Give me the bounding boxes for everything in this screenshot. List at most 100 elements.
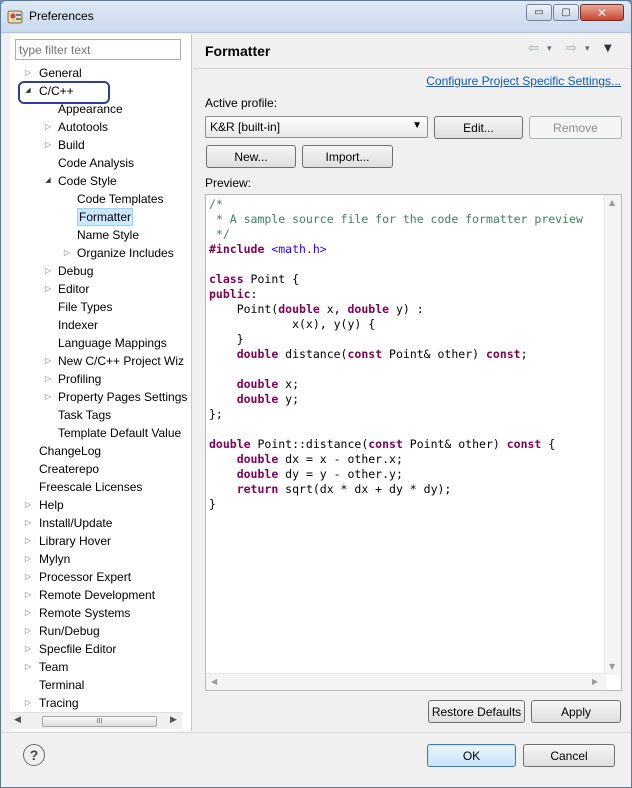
apply-button[interactable]: Apply (531, 700, 621, 723)
back-arrow-icon[interactable]: ⇦ (528, 41, 539, 56)
tree-item[interactable]: ▷ Organize Includes (10, 244, 192, 262)
tree-item[interactable]: ▷ Install/Update (10, 514, 192, 532)
minimize-button[interactable]: ▭ (526, 4, 552, 21)
back-menu-icon[interactable]: ▾ (547, 44, 552, 54)
tree-item-label: Editor (58, 282, 90, 296)
tree-item[interactable]: ▷ Mylyn (10, 550, 192, 568)
new-profile-button[interactable]: New... (206, 145, 296, 168)
collapsed-arrow-icon[interactable]: ▷ (23, 604, 33, 622)
tree-item[interactable]: ▷ Autotools (10, 118, 192, 136)
collapsed-arrow-icon[interactable]: ▷ (23, 64, 33, 82)
title-bar[interactable]: Preferences ▭ ▢ ✕ (1, 1, 631, 33)
import-profile-button[interactable]: Import... (302, 145, 393, 168)
tree-item[interactable]: ▷ Profiling (10, 370, 192, 388)
code-token: class (209, 272, 244, 286)
collapsed-arrow-icon[interactable]: ▷ (43, 352, 53, 370)
close-button[interactable]: ✕ (580, 4, 624, 21)
collapsed-arrow-icon[interactable]: ▷ (43, 280, 53, 298)
scroll-right-icon[interactable]: ▶ (592, 677, 598, 686)
tree-item[interactable]: Freescale Licenses (10, 478, 192, 496)
code-preview[interactable]: /* * A sample source file for the code f… (205, 194, 622, 691)
collapsed-arrow-icon[interactable]: ▷ (23, 586, 33, 604)
tree-item[interactable]: ▷ General (10, 64, 192, 82)
scroll-down-icon[interactable]: ▼ (609, 662, 615, 671)
tree-item[interactable]: ChangeLog (10, 442, 192, 460)
tree-item-label: Remote Development (39, 588, 156, 602)
code-token: distance( (278, 347, 348, 361)
tree-item[interactable]: ▷ Help (10, 496, 192, 514)
scroll-left-icon[interactable]: ◀ (14, 715, 21, 725)
tree-item[interactable]: ▷ Run/Debug (10, 622, 192, 640)
tree-item[interactable]: ▷ Remote Development (10, 586, 192, 604)
collapsed-arrow-icon[interactable]: ▷ (62, 244, 72, 262)
tree-horizontal-scrollbar[interactable]: ◀ III ▶ (10, 712, 182, 729)
collapsed-arrow-icon[interactable]: ▷ (43, 262, 53, 280)
tree-item[interactable]: ▷ Team (10, 658, 192, 676)
tree-item-label: Mylyn (39, 552, 71, 566)
tree-item[interactable]: Formatter (10, 208, 192, 226)
collapsed-arrow-icon[interactable]: ▷ (23, 694, 33, 711)
collapsed-arrow-icon[interactable]: ▷ (23, 496, 33, 514)
tree-item[interactable]: Terminal (10, 676, 192, 694)
collapsed-arrow-icon[interactable]: ▷ (23, 622, 33, 640)
tree-item[interactable]: ▷ Debug (10, 262, 192, 280)
expanded-arrow-icon[interactable]: ◢ (43, 172, 53, 190)
tree-item[interactable]: ▷ Editor (10, 280, 192, 298)
tree-item[interactable]: Name Style (10, 226, 192, 244)
tree-item[interactable]: Code Analysis (10, 154, 192, 172)
tree-item-label: File Types (58, 300, 113, 314)
tree-item[interactable]: Code Templates (10, 190, 192, 208)
code-token: /* (209, 197, 223, 211)
cancel-button[interactable]: Cancel (523, 744, 615, 767)
collapsed-arrow-icon[interactable]: ▷ (23, 532, 33, 550)
tree-item[interactable]: Language Mappings (10, 334, 192, 352)
tree-item[interactable]: Createrepo (10, 460, 192, 478)
tree-item[interactable]: ▷ New C/C++ Project Wiz (10, 352, 192, 370)
tree-item[interactable]: ▷ Library Hover (10, 532, 192, 550)
code-token: Point& other) (382, 347, 486, 361)
collapsed-arrow-icon[interactable]: ▷ (23, 514, 33, 532)
scroll-left-icon[interactable]: ◀ (211, 677, 217, 686)
scroll-up-icon[interactable]: ▲ (609, 198, 615, 207)
filter-input[interactable] (15, 39, 181, 60)
ok-button[interactable]: OK (427, 744, 516, 767)
tree-item[interactable]: ▷ Build (10, 136, 192, 154)
tree-item[interactable]: ▷ Specfile Editor (10, 640, 192, 658)
edit-button[interactable]: Edit... (434, 116, 523, 139)
collapsed-arrow-icon[interactable]: ▷ (43, 388, 53, 406)
tree-item[interactable]: ▷ Processor Expert (10, 568, 192, 586)
tree-item[interactable]: ▷ Property Pages Settings (10, 388, 192, 406)
tree-item[interactable]: Task Tags (10, 406, 192, 424)
preview-horizontal-scrollbar[interactable]: ◀ ▶ (206, 673, 606, 690)
tree-item[interactable]: ▷ Remote Systems (10, 604, 192, 622)
collapsed-arrow-icon[interactable]: ▷ (23, 550, 33, 568)
collapsed-arrow-icon[interactable]: ▷ (43, 370, 53, 388)
collapsed-arrow-icon[interactable]: ▷ (43, 136, 53, 154)
cpp-highlight-annotation (18, 81, 110, 104)
forward-menu-icon[interactable]: ▾ (585, 44, 590, 54)
tree-item[interactable]: Template Default Value (10, 424, 192, 442)
tree-item[interactable]: ▷ Tracing (10, 694, 192, 711)
maximize-button[interactable]: ▢ (553, 4, 579, 21)
profile-select[interactable]: K&R [built-in] ▼ (205, 116, 428, 138)
tree-item[interactable]: ◢ Code Style (10, 172, 192, 190)
tree-scroll-thumb[interactable]: III (42, 716, 157, 727)
tree-item[interactable]: File Types (10, 298, 192, 316)
tree-item[interactable]: Indexer (10, 316, 192, 334)
collapsed-arrow-icon[interactable]: ▷ (23, 658, 33, 676)
collapsed-arrow-icon[interactable]: ▷ (43, 118, 53, 136)
preferences-window: Preferences ▭ ▢ ✕ ▷General◢C/C++Appearan… (0, 0, 632, 788)
collapsed-arrow-icon[interactable]: ▷ (23, 568, 33, 586)
preferences-tree[interactable]: ▷ General ◢ C/C++ Appearance ▷ Autotools ▷ Build… (10, 64, 192, 711)
remove-button[interactable]: Remove (529, 116, 622, 139)
collapsed-arrow-icon[interactable]: ▷ (23, 640, 33, 658)
view-menu-icon[interactable]: ▼ (604, 43, 612, 54)
restore-defaults-button[interactable]: Restore Defaults (428, 700, 525, 723)
help-icon[interactable]: ? (23, 744, 45, 766)
preview-vertical-scrollbar[interactable]: ▲ ▼ (604, 195, 621, 675)
scroll-right-icon[interactable]: ▶ (170, 715, 177, 725)
configure-project-link[interactable]: Configure Project Specific Settings... (426, 74, 621, 88)
forward-arrow-icon[interactable]: ⇨ (566, 41, 577, 56)
code-token: double (236, 377, 279, 391)
